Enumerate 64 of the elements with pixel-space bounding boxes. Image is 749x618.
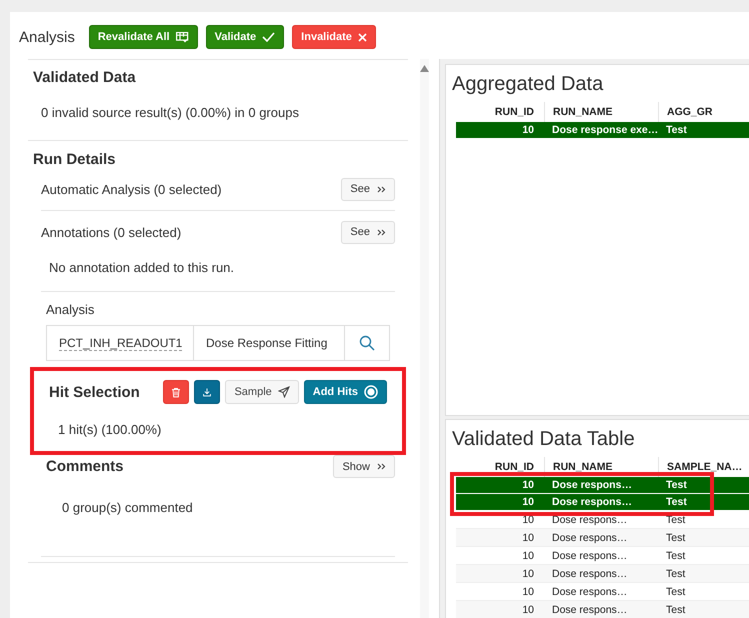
close-icon	[358, 32, 367, 42]
table-cell-text: 10	[521, 604, 535, 616]
download-icon	[203, 386, 212, 398]
double-chevron-icon	[377, 463, 386, 470]
table-cell-text: Test	[665, 532, 686, 544]
table-cell-text: 10	[521, 532, 535, 544]
search-icon[interactable]	[359, 335, 375, 351]
section-heading: Validated Data	[33, 69, 137, 86]
method-field[interactable]: Dose Response Fitting	[206, 336, 328, 350]
table-cell-text: Dose respons…	[551, 514, 628, 526]
invalidate-button[interactable]: Invalidate	[292, 25, 376, 49]
trash-icon	[172, 386, 180, 398]
table-row[interactable]: 10 Dose respons… Test	[456, 601, 749, 618]
analysis-label: Analysis	[46, 302, 94, 317]
table-cell-text: Dose respons…	[551, 532, 628, 544]
delete-button[interactable]	[163, 380, 190, 404]
table-cell-text: Dose respons…	[551, 586, 628, 598]
table-cell-text: Test	[665, 514, 686, 526]
section-heading: Run Details	[33, 151, 117, 168]
comment-count-summary: 0 group(s) commented	[62, 500, 193, 515]
see-button[interactable]: See	[341, 220, 395, 244]
table-check-icon	[176, 32, 189, 42]
scroll-up-arrow-icon[interactable]	[420, 65, 429, 72]
invalid-results-summary: 0 invalid source result(s) (0.00%) in 0 groups	[41, 105, 299, 120]
checkmark-icon	[262, 32, 276, 42]
automatic-analysis-label: Automatic Analysis (0 selected)	[41, 182, 222, 196]
panel-title: Aggregated Data	[452, 73, 604, 96]
table-cell-text: Test	[665, 586, 686, 598]
table-cell-text: Test	[665, 550, 686, 562]
validate-button[interactable]: Validate	[206, 25, 284, 49]
double-chevron-icon	[377, 186, 386, 192]
panel-title: Validated Data Table	[452, 428, 636, 451]
table-cell-text: 10	[521, 568, 535, 580]
table-cell-text: 10	[521, 550, 535, 562]
table-cell-text: 10	[521, 514, 535, 526]
table-row[interactable]: 10 Dose respons… Test	[456, 477, 749, 494]
table-cell-text: 10	[521, 586, 535, 598]
no-annotation-note: No annotation added to this run.	[49, 260, 234, 275]
table-row[interactable]: 10 Dose respons… Test	[456, 494, 749, 511]
add-hits-button[interactable]: Add Hits	[304, 380, 387, 404]
column-header[interactable]: RUN_ID	[456, 457, 544, 477]
table-row[interactable]: 10 Dose respons… Test	[456, 529, 749, 547]
section-heading: Hit Selection	[49, 384, 140, 400]
annotations-label: Annotations (0 selected)	[41, 224, 182, 240]
table-cell-text: Dose respons…	[551, 568, 628, 580]
table-cell-text: Test	[665, 604, 686, 616]
table-row[interactable]: 10 Dose response exe… Test	[456, 122, 749, 139]
readout-field[interactable]: PCT_INH_READOUT1	[59, 336, 182, 350]
download-button[interactable]	[194, 380, 220, 404]
column-header[interactable]: RUN_ID	[456, 102, 544, 122]
hit-count-summary: 1 hit(s) (100.00%)	[58, 422, 162, 437]
double-chevron-icon	[377, 228, 386, 236]
see-button[interactable]: See	[341, 178, 395, 200]
sample-button[interactable]: Sample	[225, 380, 299, 404]
paper-plane-icon	[278, 386, 290, 398]
show-button[interactable]: Show	[333, 455, 395, 478]
table-row[interactable]: 10 Dose respons… Test	[456, 565, 749, 583]
revalidate-all-button[interactable]: Revalidate All	[88, 25, 198, 49]
analysis-title: Analysis	[19, 28, 75, 46]
table-cell-text: Dose respons…	[551, 550, 628, 562]
table-cell-text: Test	[665, 568, 686, 580]
section-heading: Comments	[46, 458, 124, 475]
radio-target-icon	[364, 385, 378, 399]
table-cell-text: Dose respons…	[551, 604, 628, 616]
